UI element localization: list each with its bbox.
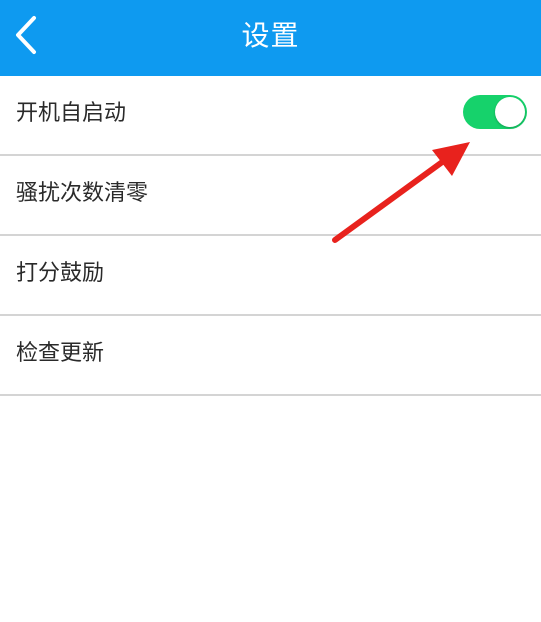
setting-row-rate-app[interactable]: 打分鼓励 xyxy=(0,236,541,316)
back-button[interactable] xyxy=(8,12,48,58)
top-bar: 设置 xyxy=(0,0,541,76)
setting-row-autostart[interactable]: 开机自启动 xyxy=(0,76,541,156)
setting-label-check-update: 检查更新 xyxy=(16,341,105,366)
chevron-left-icon xyxy=(16,16,36,54)
settings-screen: 设置 开机自启动 骚扰次数清零 打分鼓励 检查更新 xyxy=(0,0,541,622)
settings-list: 开机自启动 骚扰次数清零 打分鼓励 检查更新 xyxy=(0,76,541,396)
toggle-knob xyxy=(495,97,525,127)
autostart-toggle[interactable] xyxy=(463,95,527,129)
setting-row-check-update[interactable]: 检查更新 xyxy=(0,316,541,396)
setting-label-autostart: 开机自启动 xyxy=(16,101,127,126)
setting-row-reset-harassment-count[interactable]: 骚扰次数清零 xyxy=(0,156,541,236)
page-title: 设置 xyxy=(241,19,300,52)
setting-label-rate-app: 打分鼓励 xyxy=(16,261,105,286)
setting-label-reset-harassment-count: 骚扰次数清零 xyxy=(16,181,149,206)
